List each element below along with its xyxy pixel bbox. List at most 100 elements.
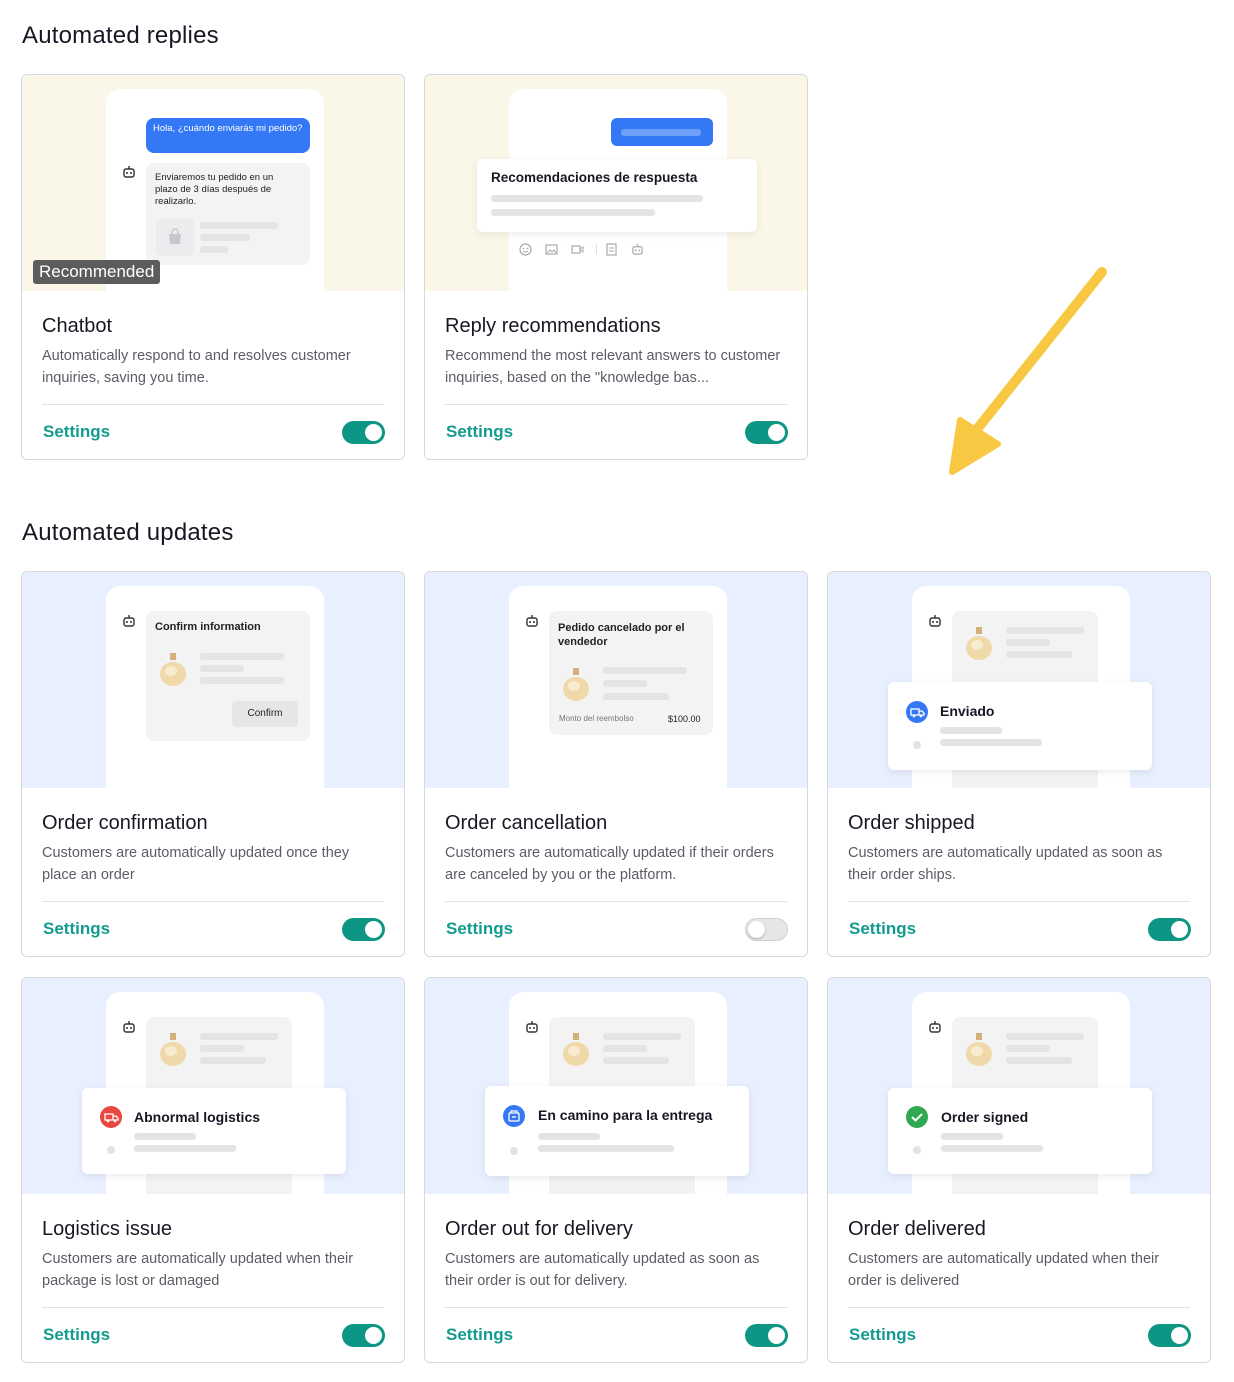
recommendations-popup: Recomendaciones de respuesta xyxy=(477,159,757,232)
placeholder-line xyxy=(200,653,284,660)
perfume-product-icon xyxy=(563,668,589,701)
placeholder-line xyxy=(603,1033,681,1040)
phone-mockup: Confirm information Confirm xyxy=(106,586,324,788)
card-order-out-for-delivery: En camino para la entrega Order out for … xyxy=(424,977,808,1363)
placeholder-line xyxy=(491,209,655,216)
divider xyxy=(445,901,787,902)
placeholder-line xyxy=(538,1133,600,1140)
refund-label: Monto del reembolso xyxy=(559,714,634,723)
card-description: Customers are automatically updated as s… xyxy=(445,1251,760,1289)
confirm-heading: Confirm information xyxy=(155,621,261,633)
out-for-delivery-toggle[interactable] xyxy=(745,1324,788,1347)
status-popup: Abnormal logistics xyxy=(82,1088,346,1174)
order-confirmation-settings-link[interactable]: Settings xyxy=(43,919,110,939)
placeholder-line xyxy=(491,195,703,202)
status-label: Abnormal logistics xyxy=(134,1109,261,1125)
robot-icon xyxy=(123,615,135,627)
robot-icon xyxy=(929,615,941,627)
robot-icon xyxy=(526,1021,538,1033)
out-for-delivery-settings-link[interactable]: Settings xyxy=(446,1325,513,1345)
order-delivered-toggle[interactable] xyxy=(1148,1324,1191,1347)
placeholder-line xyxy=(941,1133,1003,1140)
video-icon xyxy=(571,245,584,254)
divider xyxy=(848,901,1190,902)
out-for-delivery-illustration: En camino para la entrega xyxy=(425,978,807,1194)
confirm-bubble: Confirm information Confirm xyxy=(146,611,310,741)
reply-recs-toggle[interactable] xyxy=(745,421,788,444)
logistics-issue-settings-link[interactable]: Settings xyxy=(43,1325,110,1345)
bot-reply-bubble: Enviaremos tu pedido en un plazo de 3 dí… xyxy=(146,163,310,265)
placeholder-line xyxy=(200,665,244,672)
card-title: Logistics issue xyxy=(42,1218,173,1240)
placeholder-line xyxy=(200,246,228,253)
placeholder-line xyxy=(200,1033,278,1040)
card-chatbot: Hola, ¿cuándo enviarás mi pedido? Enviar… xyxy=(21,74,405,460)
placeholder-line xyxy=(200,1057,266,1064)
placeholder-line xyxy=(603,693,669,700)
card-description: Customers are automatically updated once… xyxy=(42,845,350,883)
order-cancellation-settings-link[interactable]: Settings xyxy=(446,919,513,939)
card-order-delivered: Order signed Order delivered Customers a… xyxy=(827,977,1211,1363)
placeholder-line xyxy=(940,727,1002,734)
placeholder-line xyxy=(134,1133,196,1140)
card-title: Order shipped xyxy=(848,812,975,834)
placeholder-line xyxy=(1006,1033,1084,1040)
logistics-issue-toggle[interactable] xyxy=(342,1324,385,1347)
card-title: Chatbot xyxy=(42,315,113,337)
placeholder-line xyxy=(603,667,687,674)
customer-message-bubble: Hola, ¿cuándo enviarás mi pedido? xyxy=(146,118,310,153)
chatbot-illustration: Hola, ¿cuándo enviarás mi pedido? Enviar… xyxy=(22,75,404,291)
automated-updates-heading: Automated updates xyxy=(22,519,234,546)
popup-heading: Recomendaciones de respuesta xyxy=(491,170,698,185)
card-order-cancellation: Pedido cancelado por el vendedor Monto d… xyxy=(424,571,808,957)
timeline-dot xyxy=(510,1147,518,1155)
card-title: Order confirmation xyxy=(42,812,208,834)
card-description: Recommend the most relevant answers to c… xyxy=(445,345,790,389)
truck-icon xyxy=(906,701,928,723)
card-logistics-issue: Abnormal logistics Logistics issue Custo… xyxy=(21,977,405,1363)
recommended-badge: Recommended xyxy=(33,260,161,284)
card-description: Customers are automatically updated as s… xyxy=(848,845,1163,883)
separator xyxy=(596,244,597,254)
placeholder-line xyxy=(603,680,647,687)
timeline-dot xyxy=(913,741,921,749)
automated-replies-heading: Automated replies xyxy=(22,22,219,49)
order-shipped-illustration: Enviado xyxy=(828,572,1210,788)
placeholder-line xyxy=(200,222,278,229)
card-title: Order out for delivery xyxy=(445,1218,633,1240)
image-icon xyxy=(545,244,558,255)
reply-recs-settings-link[interactable]: Settings xyxy=(446,422,513,442)
check-icon xyxy=(906,1106,928,1128)
placeholder-line xyxy=(134,1145,236,1152)
robot-icon xyxy=(123,1021,135,1033)
package-icon xyxy=(503,1105,525,1127)
bag-icon xyxy=(156,218,194,256)
message-bubble xyxy=(611,118,713,146)
order-cancellation-illustration: Pedido cancelado por el vendedor Monto d… xyxy=(425,572,807,788)
order-confirmation-toggle[interactable] xyxy=(342,918,385,941)
order-shipped-toggle[interactable] xyxy=(1148,918,1191,941)
robot-icon xyxy=(526,615,538,627)
card-title: Reply recommendations xyxy=(445,315,661,337)
robot-icon xyxy=(123,166,135,178)
divider xyxy=(42,901,384,902)
logistics-issue-illustration: Abnormal logistics xyxy=(22,978,404,1194)
placeholder-line xyxy=(200,1045,244,1052)
card-reply-recommendations: Recomendaciones de respuesta Reply recom… xyxy=(424,74,808,460)
order-delivered-settings-link[interactable]: Settings xyxy=(849,1325,916,1345)
placeholder-line xyxy=(1006,651,1072,658)
chatbot-toggle[interactable] xyxy=(342,421,385,444)
card-description: Customers are automatically updated when… xyxy=(848,1251,1160,1289)
order-shipped-settings-link[interactable]: Settings xyxy=(849,919,916,939)
chatbot-settings-link[interactable]: Settings xyxy=(43,422,110,442)
order-cancellation-toggle[interactable] xyxy=(745,918,788,941)
card-title: Order cancellation xyxy=(445,812,608,834)
placeholder-line xyxy=(1006,1057,1072,1064)
placeholder-line xyxy=(538,1145,674,1152)
divider xyxy=(445,404,787,405)
perfume-product-icon xyxy=(966,627,992,660)
status-popup: Order signed xyxy=(888,1088,1152,1174)
status-label: Enviado xyxy=(940,703,995,719)
perfume-product-icon xyxy=(966,1033,992,1066)
placeholder-line xyxy=(603,1045,647,1052)
